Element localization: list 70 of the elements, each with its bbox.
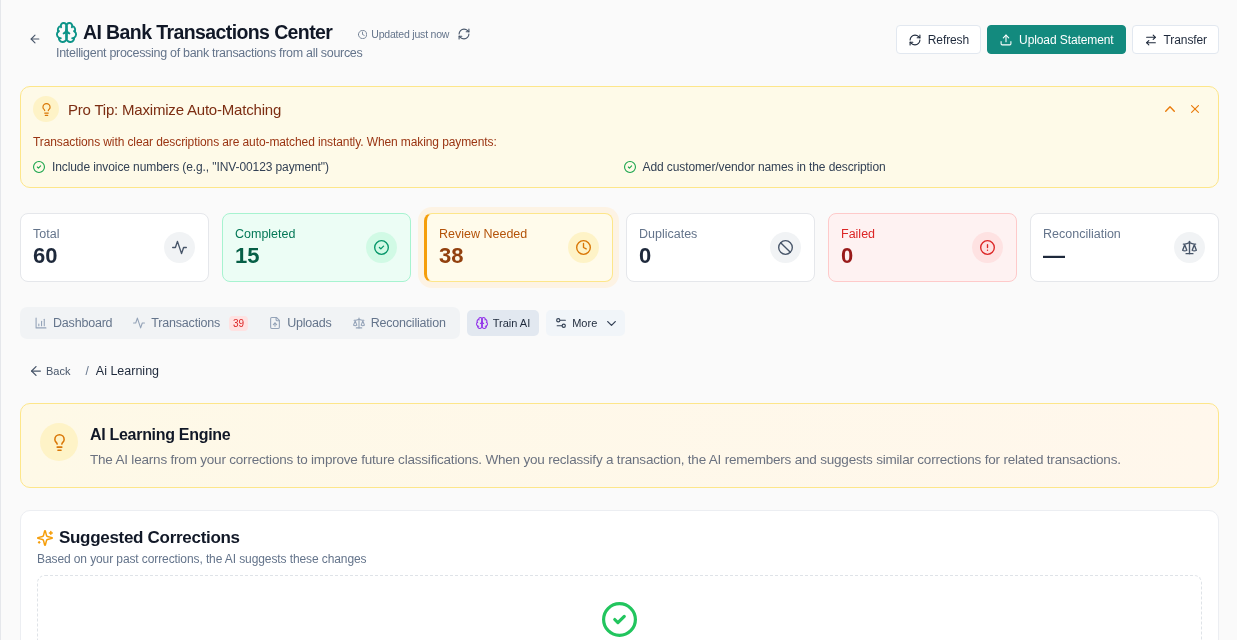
bar-chart-icon	[35, 317, 47, 329]
back-arrow-icon	[31, 366, 41, 376]
card-title: AI Learning Engine	[90, 426, 232, 444]
stat-card[interactable]: Failed 0	[828, 213, 1017, 282]
ban-icon	[770, 232, 801, 263]
pulse-icon	[164, 232, 195, 263]
card-title: Suggested Corrections	[59, 528, 240, 548]
breadcrumb-current: Ai Learning	[95, 364, 160, 378]
stat-value: —	[1043, 242, 1066, 269]
breadcrumb-separator: /	[85, 364, 89, 378]
brain-icon	[56, 21, 77, 43]
tip-point-text: Include invoice numbers (e.g., "INV-00123 payment")	[52, 160, 329, 174]
page-title: AI Bank Transactions Center	[83, 20, 333, 45]
refresh-icon[interactable]	[458, 28, 471, 40]
nav-tab[interactable]: Transactions 39	[122, 310, 259, 336]
clock-icon	[358, 29, 368, 39]
tip-title: Pro Tip: Maximize Auto-Matching	[68, 100, 283, 118]
action-button[interactable]: Transfer	[1131, 25, 1219, 54]
stat-label: Total	[33, 226, 60, 241]
back-link[interactable]: Back	[31, 365, 71, 377]
stat-card[interactable]: Completed 15	[222, 213, 411, 282]
upload-icon	[1000, 33, 1013, 46]
file-upload-icon	[269, 317, 282, 329]
nav-tab[interactable]: Dashboard	[24, 310, 123, 336]
lightbulb-icon	[33, 96, 59, 122]
stat-label: Review Needed	[439, 226, 528, 241]
check-circle-icon	[623, 161, 636, 173]
stat-card[interactable]: Total 60	[20, 213, 209, 282]
stat-value: 0	[639, 242, 653, 269]
scale-icon	[1174, 232, 1205, 263]
stat-value: 15	[235, 242, 261, 269]
caret-icon	[607, 320, 617, 326]
close-icon[interactable]	[1191, 105, 1199, 113]
stat-label: Failed	[841, 226, 876, 241]
sliders-icon	[555, 317, 568, 329]
chevron-up-icon[interactable]	[1165, 106, 1175, 112]
stat-label: Reconciliation	[1043, 226, 1121, 241]
page-subtitle: Intelligent processing of bank transactions from all sources	[56, 46, 364, 60]
stat-value: 38	[439, 242, 465, 269]
card-description: The AI learns from your corrections to improve future classifications. When you reclassify a transaction, the AI remembers and suggests similar corrections for related transactions.	[90, 452, 1121, 467]
stat-card[interactable]: Duplicates 0	[626, 213, 815, 282]
nav-tab[interactable]: Uploads	[258, 310, 342, 336]
check-circle-icon	[33, 161, 45, 173]
stat-label: Duplicates	[639, 226, 698, 241]
tip-text: Transactions with clear descriptions are auto-matched instantly. When making payments:	[33, 135, 498, 149]
sparkles-icon	[37, 530, 53, 546]
train-ai-tab[interactable]: Train AI	[466, 310, 540, 336]
card-subtitle: Based on your past corrections, the AI suggests these changes	[37, 552, 368, 566]
nav-tab[interactable]: Reconciliation	[341, 310, 456, 336]
tip-point-text: Add customer/vendor names in the description	[642, 160, 886, 174]
arrows-left-right-icon	[1144, 33, 1157, 46]
alert-circle-icon	[972, 232, 1003, 263]
clock-icon	[568, 232, 599, 263]
stat-value: 60	[33, 242, 59, 269]
stat-label: Completed	[235, 226, 296, 241]
updated-text: Updated just now	[371, 28, 450, 40]
brain-icon	[475, 317, 488, 329]
lightbulb-icon	[40, 423, 78, 461]
check-circle-icon	[366, 232, 397, 263]
count-badge: 39	[229, 315, 249, 331]
action-button[interactable]: Refresh	[895, 25, 982, 54]
check-circle-icon	[602, 602, 637, 637]
action-button[interactable]: Upload Statement	[987, 25, 1126, 54]
stat-value: 0	[841, 242, 855, 269]
back-arrow-icon[interactable]	[29, 33, 41, 45]
stat-card[interactable]: Reconciliation —	[1030, 213, 1219, 282]
scale-icon	[352, 317, 365, 329]
refresh-icon	[908, 33, 921, 46]
pulse-icon	[133, 317, 146, 329]
more-dropdown[interactable]: More	[546, 310, 626, 336]
